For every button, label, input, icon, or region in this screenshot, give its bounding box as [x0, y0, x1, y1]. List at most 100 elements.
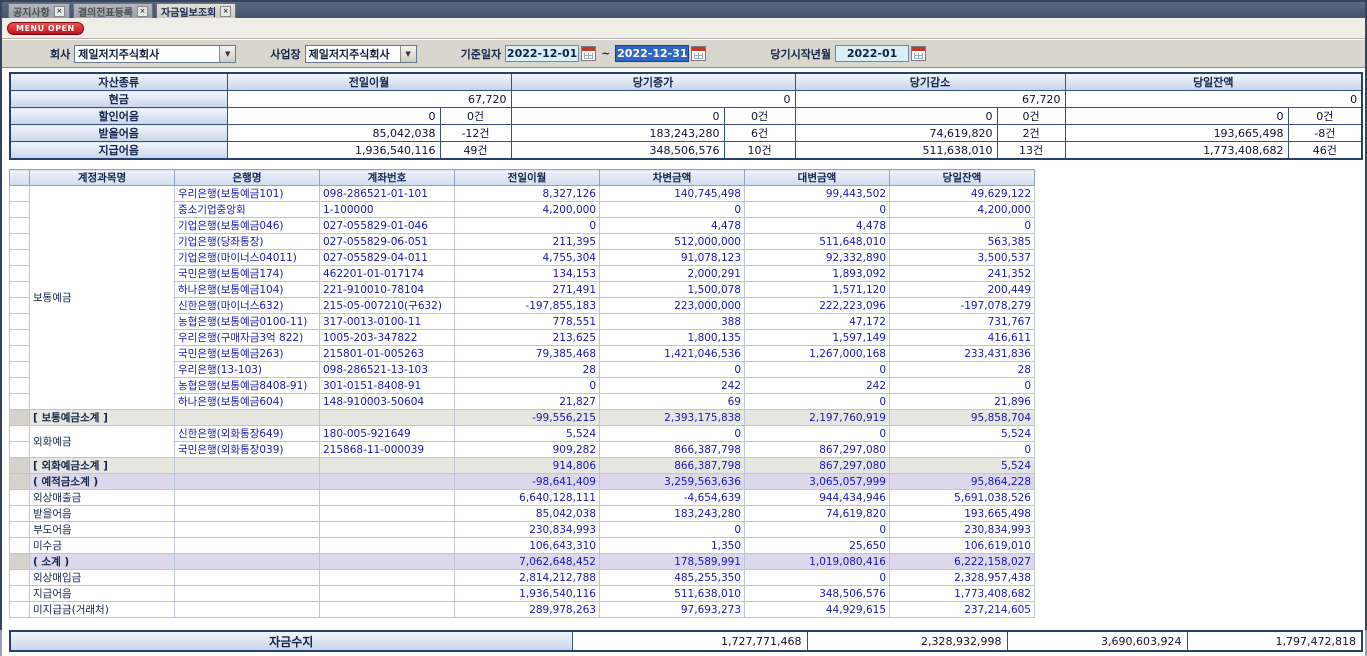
- row-selector-cell[interactable]: [10, 458, 30, 474]
- summary-count-cell[interactable]: 0건: [724, 108, 795, 125]
- date-to-input[interactable]: 2022-12-31: [615, 45, 689, 62]
- ledger-value-cell[interactable]: 44,929,615: [745, 602, 890, 618]
- summary-row-label[interactable]: 현금: [10, 91, 227, 108]
- row-selector-cell[interactable]: [10, 346, 30, 362]
- ledger-value-cell[interactable]: 233,431,836: [890, 346, 1035, 362]
- summary-row-label[interactable]: 할인어음: [10, 108, 227, 125]
- summary-count-cell[interactable]: 46건: [1288, 142, 1362, 160]
- ledger-account-cell[interactable]: [320, 554, 455, 570]
- ledger-value-cell[interactable]: 4,755,304: [455, 250, 600, 266]
- ledger-value-cell[interactable]: 213,625: [455, 330, 600, 346]
- row-selector-cell[interactable]: [10, 282, 30, 298]
- summary-count-cell[interactable]: 10건: [724, 142, 795, 160]
- ledger-value-cell[interactable]: 2,000,291: [600, 266, 745, 282]
- ledger-bank-cell[interactable]: 국민은행(보통예금263): [175, 346, 320, 362]
- ledger-account-cell[interactable]: [320, 538, 455, 554]
- ledger-value-cell[interactable]: 2,328,957,438: [890, 570, 1035, 586]
- ledger-value-cell[interactable]: 242: [745, 378, 890, 394]
- ledger-bank-cell[interactable]: 농협은행(보통예금0100-11): [175, 314, 320, 330]
- ledger-value-cell[interactable]: 8,327,126: [455, 186, 600, 202]
- ledger-value-cell[interactable]: 85,042,038: [455, 506, 600, 522]
- ledger-value-cell[interactable]: 0: [745, 202, 890, 218]
- ledger-account-cell[interactable]: 462201-01-017174: [320, 266, 455, 282]
- tab-close-icon[interactable]: ×: [137, 6, 148, 17]
- ledger-value-cell[interactable]: 778,551: [455, 314, 600, 330]
- summary-count-cell[interactable]: 49건: [440, 142, 511, 160]
- row-selector-cell[interactable]: [10, 490, 30, 506]
- ledger-value-cell[interactable]: 0: [890, 442, 1035, 458]
- ledger-value-cell[interactable]: 4,478: [600, 218, 745, 234]
- ledger-group-cell[interactable]: 외화예금: [30, 426, 175, 458]
- ledger-value-cell[interactable]: 511,638,010: [600, 586, 745, 602]
- ledger-value-cell[interactable]: 1,019,080,416: [745, 554, 890, 570]
- row-selector-cell[interactable]: [10, 314, 30, 330]
- summary-count-cell[interactable]: 6건: [724, 125, 795, 142]
- summary-amount-cell[interactable]: 0: [1065, 108, 1288, 125]
- ledger-value-cell[interactable]: 909,282: [455, 442, 600, 458]
- ledger-value-cell[interactable]: 134,153: [455, 266, 600, 282]
- ledger-bank-cell[interactable]: 하나은행(보통예금604): [175, 394, 320, 410]
- tab-item[interactable]: 결의전표등록×: [73, 3, 153, 18]
- summary-row-label[interactable]: 받을어음: [10, 125, 227, 142]
- ledger-account-cell[interactable]: 221-910010-78104: [320, 282, 455, 298]
- ledger-value-cell[interactable]: 0: [745, 570, 890, 586]
- tab-item[interactable]: 자금일보조회×: [156, 3, 236, 18]
- ledger-value-cell[interactable]: 1,571,120: [745, 282, 890, 298]
- ledger-bank-cell[interactable]: [175, 490, 320, 506]
- ledger-value-cell[interactable]: 867,297,080: [745, 442, 890, 458]
- ledger-account-cell[interactable]: 027-055829-06-051: [320, 234, 455, 250]
- ledger-label-cell[interactable]: 지급어음: [30, 586, 175, 602]
- ledger-value-cell[interactable]: 97,693,273: [600, 602, 745, 618]
- ledger-account-cell[interactable]: [320, 474, 455, 490]
- ledger-bank-cell[interactable]: [175, 458, 320, 474]
- ledger-value-cell[interactable]: 348,506,576: [745, 586, 890, 602]
- ledger-value-cell[interactable]: 183,243,280: [600, 506, 745, 522]
- ledger-value-cell[interactable]: 2,393,175,838: [600, 410, 745, 426]
- row-selector-cell[interactable]: [10, 234, 30, 250]
- ledger-value-cell[interactable]: 512,000,000: [600, 234, 745, 250]
- ledger-account-cell[interactable]: [320, 410, 455, 426]
- ledger-value-cell[interactable]: 178,589,991: [600, 554, 745, 570]
- ledger-value-cell[interactable]: 563,385: [890, 234, 1035, 250]
- ledger-account-cell[interactable]: [320, 586, 455, 602]
- ledger-value-cell[interactable]: 95,864,228: [890, 474, 1035, 490]
- ledger-bank-cell[interactable]: [175, 522, 320, 538]
- ledger-value-cell[interactable]: 866,387,798: [600, 442, 745, 458]
- summary-amount-cell[interactable]: 183,243,280: [511, 125, 724, 142]
- ledger-value-cell[interactable]: 1,350: [600, 538, 745, 554]
- ledger-value-cell[interactable]: 0: [600, 522, 745, 538]
- row-selector-cell[interactable]: [10, 330, 30, 346]
- ledger-bank-cell[interactable]: 하나은행(보통예금104): [175, 282, 320, 298]
- ledger-account-cell[interactable]: 215-05-007210(구632): [320, 298, 455, 314]
- row-selector-cell[interactable]: [10, 410, 30, 426]
- ledger-value-cell[interactable]: 1,936,540,116: [455, 586, 600, 602]
- ledger-value-cell[interactable]: 0: [745, 426, 890, 442]
- row-selector-cell[interactable]: [10, 474, 30, 490]
- ledger-value-cell[interactable]: 99,443,502: [745, 186, 890, 202]
- ledger-bank-cell[interactable]: [175, 538, 320, 554]
- ledger-account-cell[interactable]: 1-100000: [320, 202, 455, 218]
- ledger-value-cell[interactable]: -197,855,183: [455, 298, 600, 314]
- ledger-value-cell[interactable]: 1,597,149: [745, 330, 890, 346]
- row-selector-cell[interactable]: [10, 570, 30, 586]
- ledger-value-cell[interactable]: 222,223,096: [745, 298, 890, 314]
- summary-amount-cell[interactable]: 1,773,408,682: [1065, 142, 1288, 160]
- ledger-value-cell[interactable]: 3,500,537: [890, 250, 1035, 266]
- ledger-value-cell[interactable]: 511,648,010: [745, 234, 890, 250]
- ledger-value-cell[interactable]: -99,556,215: [455, 410, 600, 426]
- ledger-value-cell[interactable]: 0: [745, 394, 890, 410]
- ledger-bank-cell[interactable]: 우리은행(13-103): [175, 362, 320, 378]
- summary-count-cell[interactable]: 2건: [997, 125, 1065, 142]
- calendar-icon[interactable]: [691, 46, 706, 61]
- ledger-value-cell[interactable]: 69: [600, 394, 745, 410]
- ledger-value-cell[interactable]: 731,767: [890, 314, 1035, 330]
- ledger-bank-cell[interactable]: [175, 474, 320, 490]
- row-selector-cell[interactable]: [10, 186, 30, 202]
- ledger-bank-cell[interactable]: [175, 602, 320, 618]
- ledger-account-cell[interactable]: 027-055829-01-046: [320, 218, 455, 234]
- ledger-value-cell[interactable]: 49,629,122: [890, 186, 1035, 202]
- summary-count-cell[interactable]: 0건: [997, 108, 1065, 125]
- summary-amount-cell[interactable]: 511,638,010: [795, 142, 997, 160]
- ledger-value-cell[interactable]: 6,222,158,027: [890, 554, 1035, 570]
- ledger-account-cell[interactable]: 317-0013-0100-11: [320, 314, 455, 330]
